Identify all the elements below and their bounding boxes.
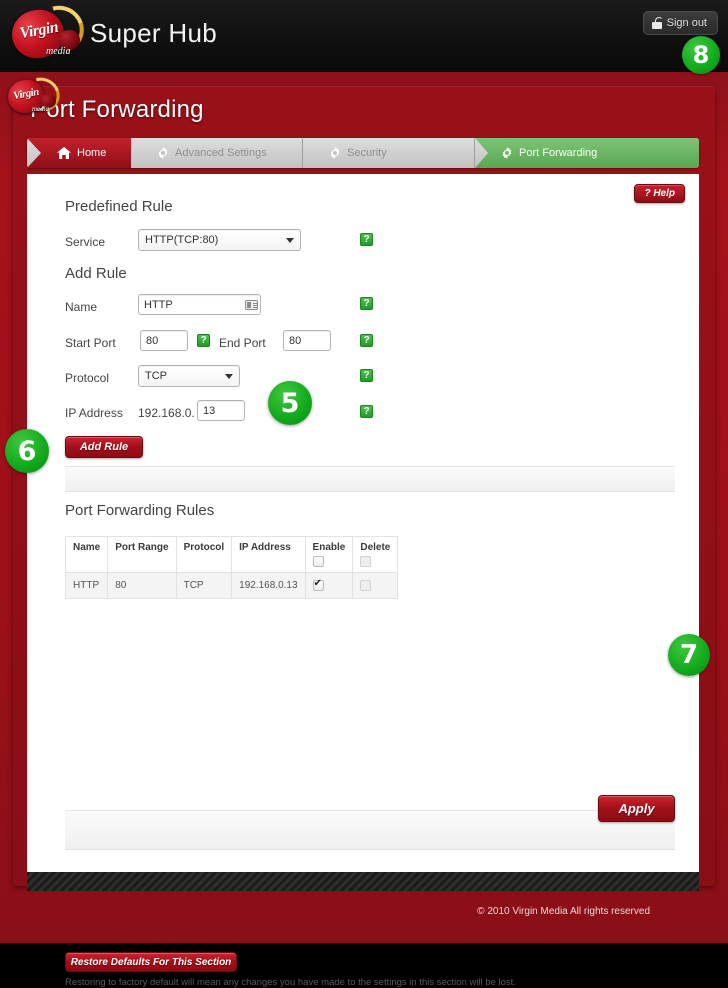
row-enable-checkbox[interactable] — [312, 578, 324, 591]
add-rule-heading: Add Rule — [65, 265, 127, 282]
breadcrumb-item-security[interactable]: Security — [303, 138, 475, 168]
service-label: Service — [65, 235, 106, 249]
column-header-enable-label: Enable — [312, 542, 346, 553]
chevron-down-icon — [225, 373, 233, 379]
cell-protocol: TCP — [175, 572, 233, 599]
breadcrumb-label-security: Security — [347, 147, 387, 159]
column-header-protocol: Protocol — [175, 536, 233, 573]
rules-table-heading: Port Forwarding Rules — [65, 502, 215, 519]
restore-defaults-note: Restoring to factory default will mean a… — [65, 977, 516, 988]
protocol-help-icon[interactable]: ? — [360, 369, 373, 382]
breadcrumb-item-port-forwarding[interactable]: Port Forwarding — [475, 138, 699, 168]
ip-address-prefix: 192.168.0. — [138, 406, 195, 420]
column-header-ip-address: IP Address — [231, 536, 306, 573]
unlock-icon — [651, 17, 663, 29]
section-divider-bar — [65, 466, 675, 492]
restore-defaults-button[interactable]: Restore Defaults For This Section — [65, 952, 237, 972]
table-row: HTTP 80 TCP 192.168.0.13 — [64, 572, 399, 599]
cell-ip-address: 192.168.0.13 — [231, 572, 306, 599]
predefined-rule-heading: Predefined Rule — [65, 198, 173, 215]
apply-button[interactable]: Apply — [598, 795, 675, 822]
gear-icon — [501, 147, 513, 159]
breadcrumb-label-port-forwarding: Port Forwarding — [519, 147, 598, 159]
name-label: Name — [65, 300, 98, 314]
cell-name: HTTP — [64, 572, 109, 599]
add-rule-button[interactable]: Add Rule — [65, 436, 143, 458]
breadcrumb-label-home: Home — [77, 147, 107, 159]
protocol-label: Protocol — [65, 371, 110, 385]
row-delete-checkbox[interactable] — [360, 579, 372, 591]
gear-icon — [329, 147, 341, 159]
end-port-input[interactable] — [283, 330, 331, 351]
virgin-media-logo: Virgin media — [6, 0, 92, 66]
enable-select-all-checkbox[interactable] — [312, 556, 324, 567]
app-title: Super Hub — [90, 18, 217, 48]
cell-delete — [352, 572, 399, 599]
service-help-icon[interactable]: ? — [360, 233, 373, 246]
table-header-row: Name Port Range Protocol IP Address Enab… — [64, 536, 399, 573]
step-badge-7: 7 — [668, 634, 710, 676]
column-header-port-range: Port Range — [107, 536, 177, 573]
column-header-enable: Enable — [304, 536, 354, 573]
app-header: Virgin media Super Hub Sign out — [0, 0, 728, 72]
start-port-help-icon[interactable]: ? — [197, 334, 210, 347]
service-select[interactable]: HTTP(TCP:80) — [138, 229, 301, 251]
footer-logo-subtext: media — [32, 105, 50, 113]
service-select-value: HTTP(TCP:80) — [145, 234, 219, 246]
delete-select-all-checkbox[interactable] — [360, 556, 372, 567]
home-icon — [57, 147, 71, 159]
sign-out-label: Sign out — [666, 17, 707, 29]
cell-enable — [304, 572, 354, 599]
column-header-delete: Delete — [352, 536, 399, 573]
logo-subtext: media — [46, 46, 71, 57]
content-panel: Port Forwarding Home Advanced Settings S… — [13, 86, 715, 988]
step-badge-6: 6 — [5, 429, 49, 473]
name-input[interactable] — [138, 294, 261, 315]
help-button[interactable]: ? Help — [634, 184, 685, 203]
copyright-text: © 2010 Virgin Media All rights reserved — [477, 906, 650, 917]
step-badge-5: 5 — [268, 381, 312, 425]
column-header-delete-label: Delete — [360, 542, 391, 553]
ip-address-label: IP Address — [65, 406, 123, 420]
start-port-input[interactable] — [140, 330, 188, 351]
protocol-select-value: TCP — [145, 370, 167, 382]
contact-card-icon[interactable] — [245, 300, 258, 310]
breadcrumb-item-home[interactable]: Home — [27, 138, 131, 168]
panel-bottom-stripes — [27, 872, 699, 891]
end-port-help-icon[interactable]: ? — [360, 334, 373, 347]
end-port-label: End Port — [219, 336, 266, 350]
breadcrumb-label-advanced-settings: Advanced Settings — [175, 147, 267, 159]
breadcrumb-item-advanced-settings[interactable]: Advanced Settings — [131, 138, 303, 168]
step-badge-8: 8 — [682, 36, 720, 74]
cell-port-range: 80 — [107, 572, 177, 599]
name-help-icon[interactable]: ? — [360, 297, 373, 310]
apply-bar — [65, 810, 675, 850]
start-port-label: Start Port — [65, 336, 116, 350]
main-content: ? Help Predefined Rule Service HTTP(TCP:… — [27, 174, 699, 988]
chevron-down-icon — [286, 237, 294, 243]
port-forwarding-rules-table: Name Port Range Protocol IP Address Enab… — [64, 536, 399, 599]
breadcrumb: Home Advanced Settings Security Port For… — [27, 138, 699, 168]
column-header-name: Name — [64, 536, 109, 573]
ip-host-input[interactable] — [197, 400, 245, 421]
footer-virgin-media-logo: Virgin media — [4, 71, 66, 118]
protocol-select[interactable]: TCP — [138, 365, 240, 387]
sign-out-button[interactable]: Sign out — [642, 11, 718, 35]
page-frame: Port Forwarding Home Advanced Settings S… — [0, 71, 728, 988]
gear-icon — [157, 147, 169, 159]
ip-address-help-icon[interactable]: ? — [360, 405, 373, 418]
